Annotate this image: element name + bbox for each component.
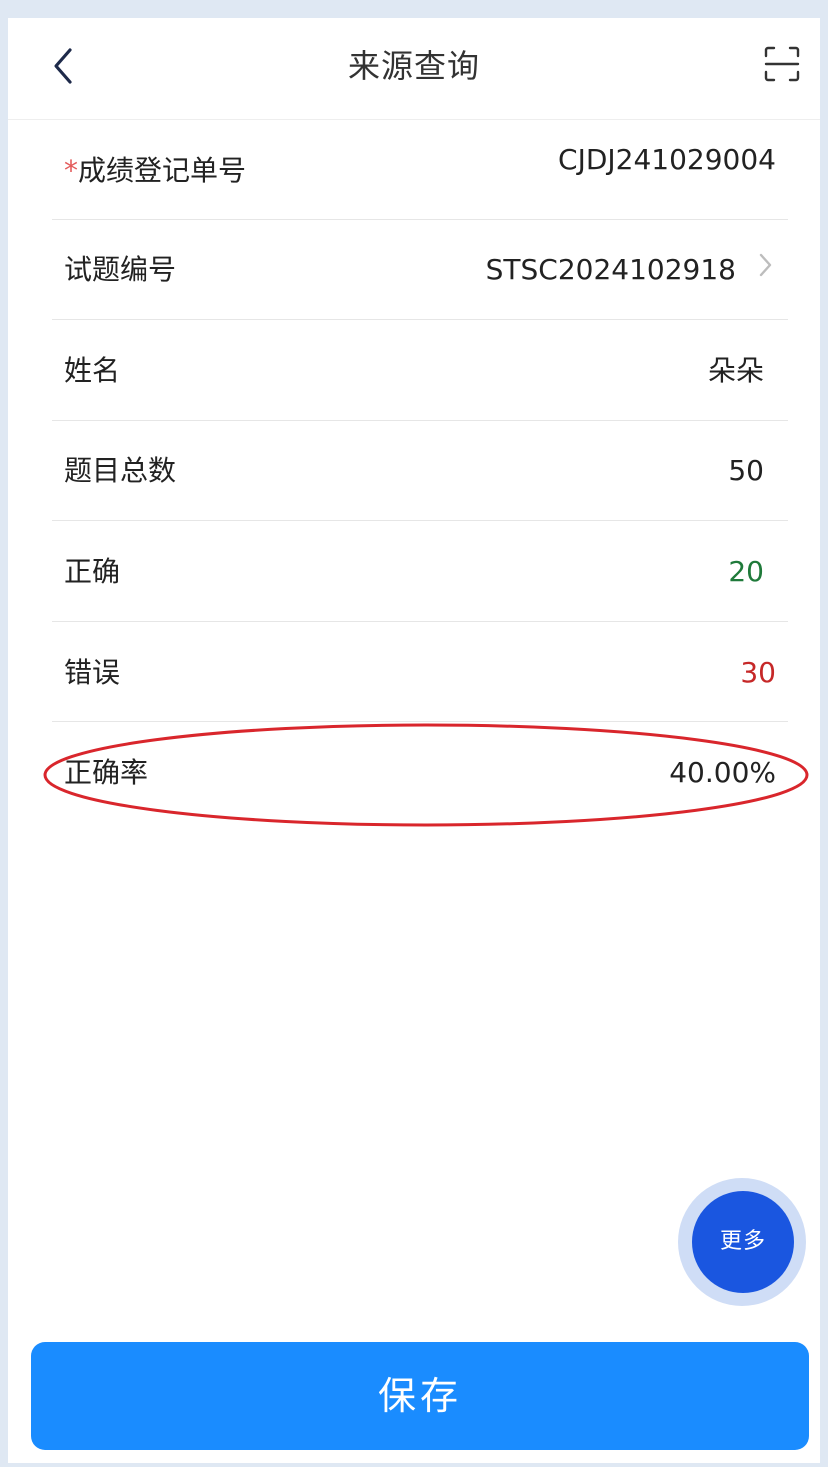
wrong-label: 错误 (64, 656, 121, 689)
name-label: 姓名 (64, 354, 121, 387)
row-total-questions: 题目总数 50 (52, 421, 788, 521)
score-reg-no-label-text: 成绩登记单号 (78, 154, 247, 187)
more-button[interactable]: 更多 (692, 1191, 794, 1293)
row-question-no[interactable]: 试题编号 STSC2024102918 (52, 220, 788, 320)
question-no-value: STSC2024102918 (485, 253, 736, 286)
page-title: 来源查询 (347, 47, 480, 85)
chevron-left-icon (54, 48, 72, 84)
row-name: 姓名 朵朵 (52, 321, 788, 421)
save-button[interactable]: 保存 (31, 1342, 809, 1450)
correct-label: 正确 (64, 555, 121, 588)
correct-value: 20 (728, 555, 764, 588)
accuracy-value: 40.00% (669, 756, 776, 789)
row-wrong: 错误 30 (52, 622, 788, 722)
name-value: 朵朵 (707, 354, 764, 387)
accuracy-label: 正确率 (64, 756, 149, 789)
scan-icon (764, 46, 800, 82)
scan-button[interactable] (762, 44, 802, 84)
total-questions-value: 50 (728, 454, 764, 487)
required-mark: * (64, 154, 78, 187)
nav-bar: 来源查询 (8, 18, 820, 120)
row-accuracy: 正确率 40.00% (52, 723, 788, 823)
back-button[interactable] (48, 42, 88, 90)
question-no-label: 试题编号 (64, 253, 177, 286)
row-score-reg-no: *成绩登记单号 CJDJ241029004 (52, 120, 788, 220)
total-questions-label: 题目总数 (64, 454, 177, 487)
score-reg-no-value: CJDJ241029004 (558, 143, 776, 176)
wrong-value: 30 (740, 656, 776, 689)
chevron-right-icon (759, 253, 772, 277)
score-reg-no-label: *成绩登记单号 (64, 151, 246, 191)
row-correct: 正确 20 (52, 522, 788, 622)
